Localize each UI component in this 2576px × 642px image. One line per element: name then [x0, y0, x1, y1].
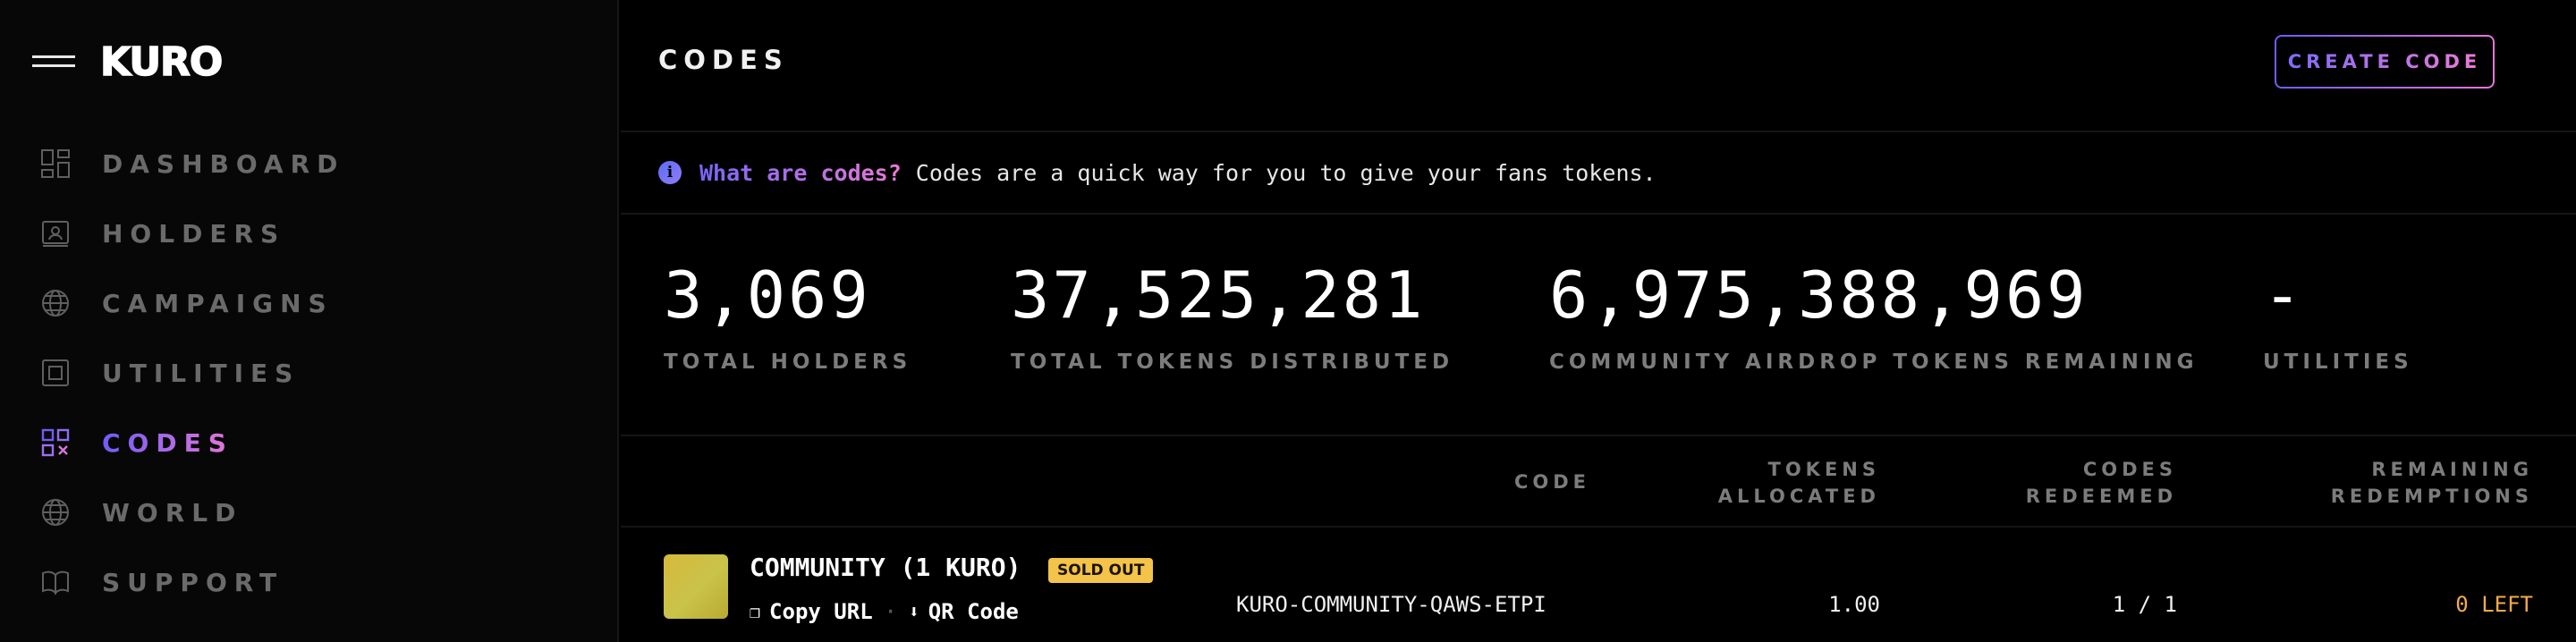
- sidebar-item-utilities[interactable]: UTILITIES: [0, 338, 617, 408]
- sidebar-item-label: WORLD: [102, 497, 243, 528]
- qr-code-icon: [38, 425, 73, 460]
- column-header-code: CODE: [1513, 471, 1590, 493]
- stat-value: 3,069: [664, 258, 871, 333]
- table-row[interactable]: COMMUNITY (1 KURO) SOLD OUT ❐ Copy URL ·…: [621, 528, 2576, 640]
- stat-label: TOTAL TOKENS DISTRIBUTED: [1011, 351, 1454, 374]
- code-thumbnail: [664, 554, 728, 619]
- codes-redeemed-value: 1 / 1: [2112, 592, 2177, 617]
- globe-icon: [38, 494, 73, 530]
- sidebar-item-label: HOLDERS: [102, 218, 286, 249]
- page-title: CODES: [658, 45, 789, 75]
- page-header: CODES CREATE CODE: [621, 0, 2576, 132]
- copy-icon: ❐: [750, 601, 761, 622]
- row-actions: ❐ Copy URL · ⬇ QR Code: [750, 599, 1019, 624]
- stat-value: 6,975,388,969: [1549, 258, 2089, 333]
- qr-code-button[interactable]: ⬇ QR Code: [909, 599, 1019, 624]
- utilities-icon: [38, 355, 73, 391]
- code-value: KURO-COMMUNITY-QAWS-ETPI: [1236, 592, 1546, 617]
- stat-value: 37,525,281: [1011, 258, 1426, 333]
- sidebar-item-support[interactable]: SUPPORT: [0, 547, 617, 617]
- holders-icon: [38, 215, 73, 251]
- stat-utilities: - UTILITIES: [2263, 259, 2413, 374]
- sidebar-item-campaigns[interactable]: CAMPAIGNS: [0, 268, 617, 338]
- sidebar-item-codes[interactable]: CODES: [0, 408, 617, 477]
- stats-row: 3,069 TOTAL HOLDERS 37,525,281 TOTAL TOK…: [621, 215, 2576, 436]
- remaining-redemptions-value: 0 LEFT: [2455, 592, 2533, 617]
- code-name: COMMUNITY (1 KURO): [750, 553, 1021, 582]
- stat-value: -: [2263, 258, 2305, 333]
- separator-dot: ·: [885, 601, 896, 622]
- sidebar-item-dashboard[interactable]: DASHBOARD: [0, 129, 617, 199]
- stat-total-tokens-distributed: 37,525,281 TOTAL TOKENS DISTRIBUTED: [1011, 259, 1453, 374]
- copy-url-button[interactable]: ❐ Copy URL: [750, 599, 873, 624]
- hamburger-menu-icon[interactable]: [32, 50, 77, 70]
- sidebar-nav: DASHBOARD HOLDERS CAMPAIGNS UTILITIES CO…: [0, 129, 617, 617]
- dashboard-icon: [38, 146, 73, 182]
- globe-icon: [38, 285, 73, 321]
- info-banner: i What are codes? Codes are a quick way …: [621, 132, 2576, 215]
- table-header: CODE TOKENS ALLOCATED CODES REDEEMED REMAI…: [621, 436, 2576, 528]
- sidebar-item-label: CAMPAIGNS: [102, 288, 334, 318]
- logo[interactable]: KURO: [99, 40, 224, 85]
- sidebar-item-label: SUPPORT: [102, 567, 284, 597]
- column-header-remaining-redemptions: REMAINING REDEMPTIONS: [2330, 459, 2533, 507]
- column-header-codes-redeemed: CODES REDEEMED: [2025, 459, 2177, 507]
- main-content: CODES CREATE CODE i What are codes? Code…: [621, 0, 2576, 642]
- sidebar-item-label: UTILITIES: [102, 358, 301, 388]
- column-header-tokens-allocated: TOKENS ALLOCATED: [1717, 459, 1880, 507]
- sidebar-item-holders[interactable]: HOLDERS: [0, 199, 617, 268]
- create-code-label: CREATE CODE: [2287, 51, 2482, 72]
- book-icon: [38, 564, 73, 600]
- stat-total-holders: 3,069 TOTAL HOLDERS: [664, 259, 911, 374]
- download-icon: ⬇: [908, 601, 919, 622]
- tokens-allocated-value: 1.00: [1828, 592, 1880, 617]
- sidebar-item-world[interactable]: WORLD: [0, 477, 617, 547]
- stat-label: COMMUNITY AIRDROP TOKENS REMAINING: [1549, 351, 2199, 374]
- qr-code-label: QR Code: [928, 599, 1019, 624]
- copy-url-label: Copy URL: [769, 599, 873, 624]
- sidebar: KURO DASHBOARD HOLDERS CAMPAIGNS UTILITI…: [0, 0, 619, 642]
- info-text: Codes are a quick way for you to give yo…: [915, 159, 1657, 186]
- create-code-button[interactable]: CREATE CODE: [2275, 35, 2495, 89]
- stat-label: TOTAL HOLDERS: [664, 351, 912, 374]
- info-icon: i: [658, 161, 682, 184]
- sidebar-item-label: DASHBOARD: [102, 148, 345, 179]
- stat-label: UTILITIES: [2263, 351, 2413, 374]
- info-question: What are codes?: [699, 159, 902, 186]
- stat-community-airdrop-tokens: 6,975,388,969 COMMUNITY AIRDROP TOKENS R…: [1549, 259, 2199, 374]
- status-badge: SOLD OUT: [1048, 558, 1154, 583]
- sidebar-item-label: CODES: [102, 427, 233, 458]
